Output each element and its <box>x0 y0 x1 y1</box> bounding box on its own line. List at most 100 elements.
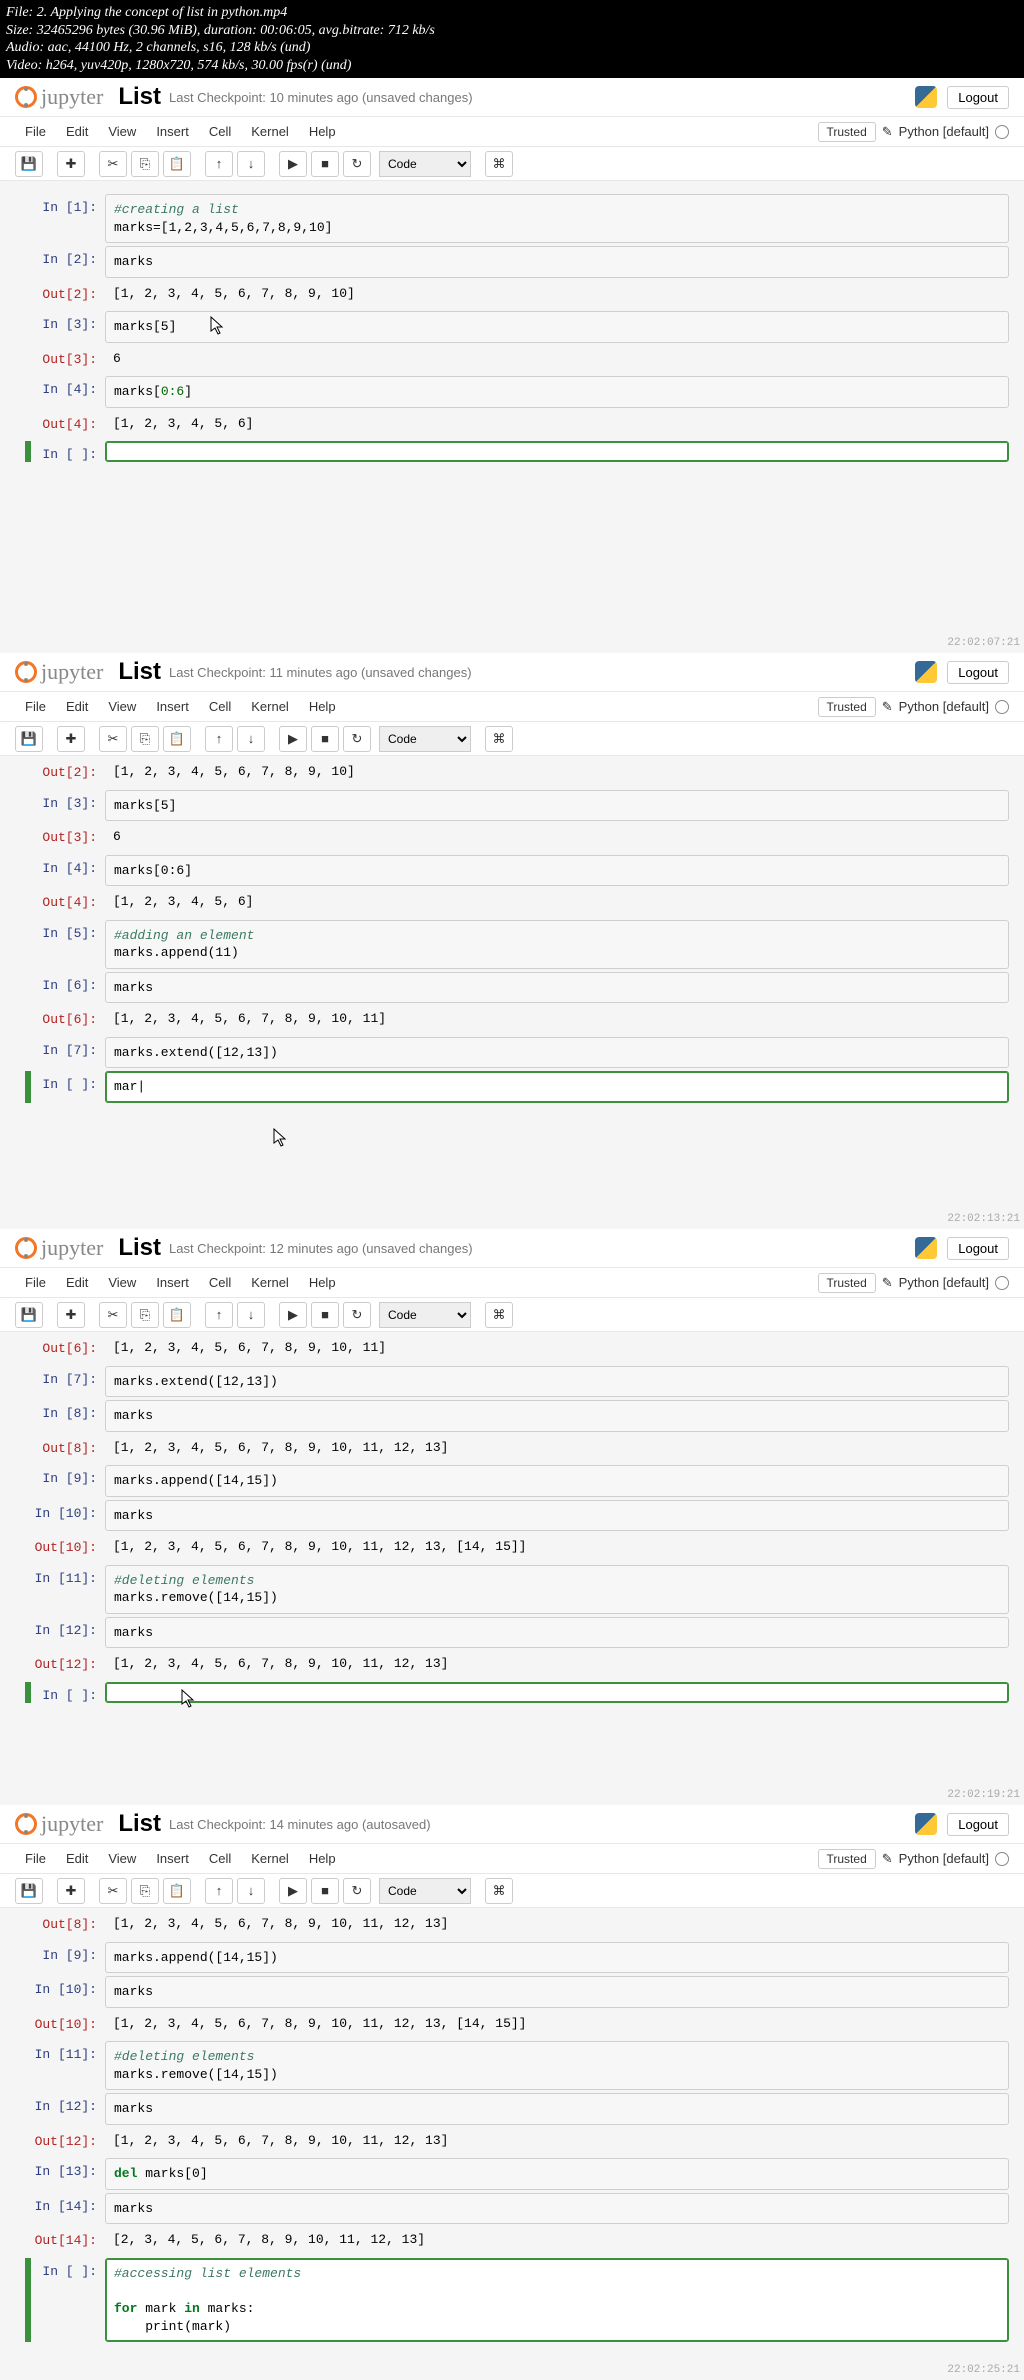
code-cell[interactable]: In [5]:#adding an element marks.append(1… <box>15 920 1009 969</box>
logout-button[interactable]: Logout <box>947 1813 1009 1836</box>
notebook-area[interactable]: In [1]:#creating a list marks=[1,2,3,4,5… <box>0 181 1024 505</box>
add-cell-button[interactable]: ✚ <box>57 1302 85 1328</box>
stop-button[interactable]: ■ <box>311 726 339 752</box>
notebook-area[interactable]: Out[6]:[1, 2, 3, 4, 5, 6, 7, 8, 9, 10, 1… <box>0 1335 1024 1746</box>
pencil-icon[interactable]: ✎ <box>882 699 893 715</box>
copy-button[interactable]: ⎘ <box>131 726 159 752</box>
add-cell-button[interactable]: ✚ <box>57 726 85 752</box>
logout-button[interactable]: Logout <box>947 1237 1009 1260</box>
pencil-icon[interactable]: ✎ <box>882 1275 893 1291</box>
save-button[interactable]: 💾 <box>15 151 43 177</box>
cell-type-select[interactable]: Code <box>379 151 471 177</box>
jupyter-logo[interactable]: jupyter <box>15 84 103 110</box>
stop-button[interactable]: ■ <box>311 151 339 177</box>
menu-help[interactable]: Help <box>299 1847 346 1870</box>
code-cell-active[interactable]: In [ ]: <box>15 441 1009 462</box>
restart-button[interactable]: ↻ <box>343 151 371 177</box>
cell-input[interactable] <box>105 1682 1009 1703</box>
menu-cell[interactable]: Cell <box>199 1271 241 1294</box>
cell-input[interactable]: marks.extend([12,13]) <box>105 1366 1009 1398</box>
jupyter-logo[interactable]: jupyter <box>15 659 103 685</box>
cell-input[interactable]: #deleting elements marks.remove([14,15]) <box>105 1565 1009 1614</box>
menu-insert[interactable]: Insert <box>146 120 199 143</box>
code-cell[interactable]: In [9]:marks.append([14,15]) <box>15 1942 1009 1974</box>
code-cell[interactable]: In [3]:marks[5] <box>15 311 1009 343</box>
menu-view[interactable]: View <box>98 1271 146 1294</box>
menu-cell[interactable]: Cell <box>199 120 241 143</box>
command-palette-button[interactable]: ⌘ <box>485 151 513 177</box>
command-palette-button[interactable]: ⌘ <box>485 1878 513 1904</box>
notebook-title[interactable]: List <box>118 1234 161 1262</box>
cell-input[interactable]: #deleting elements marks.remove([14,15]) <box>105 2041 1009 2090</box>
menu-view[interactable]: View <box>98 1847 146 1870</box>
save-button[interactable]: 💾 <box>15 1302 43 1328</box>
menu-file[interactable]: File <box>15 695 56 718</box>
menu-insert[interactable]: Insert <box>146 1847 199 1870</box>
menu-kernel[interactable]: Kernel <box>241 120 299 143</box>
code-cell[interactable]: In [1]:#creating a list marks=[1,2,3,4,5… <box>15 194 1009 243</box>
cell-input[interactable]: #creating a list marks=[1,2,3,4,5,6,7,8,… <box>105 194 1009 243</box>
cell-input[interactable]: marks <box>105 246 1009 278</box>
menu-view[interactable]: View <box>98 120 146 143</box>
code-cell[interactable]: In [7]:marks.extend([12,13]) <box>15 1037 1009 1069</box>
stop-button[interactable]: ■ <box>311 1878 339 1904</box>
add-cell-button[interactable]: ✚ <box>57 1878 85 1904</box>
notebook-title[interactable]: List <box>118 1810 161 1838</box>
logout-button[interactable]: Logout <box>947 86 1009 109</box>
jupyter-logo[interactable]: jupyter <box>15 1235 103 1261</box>
notebook-title[interactable]: List <box>118 658 161 686</box>
trusted-badge[interactable]: Trusted <box>818 1849 876 1869</box>
cut-button[interactable]: ✂ <box>99 151 127 177</box>
cell-input[interactable]: #adding an element marks.append(11) <box>105 920 1009 969</box>
menu-insert[interactable]: Insert <box>146 1271 199 1294</box>
kernel-name[interactable]: Python [default] <box>899 124 989 139</box>
code-cell-active[interactable]: In [ ]: <box>15 1682 1009 1703</box>
cell-type-select[interactable]: Code <box>379 1302 471 1328</box>
menu-kernel[interactable]: Kernel <box>241 695 299 718</box>
menu-insert[interactable]: Insert <box>146 695 199 718</box>
command-palette-button[interactable]: ⌘ <box>485 1302 513 1328</box>
cell-type-select[interactable]: Code <box>379 1878 471 1904</box>
menu-edit[interactable]: Edit <box>56 1271 98 1294</box>
paste-button[interactable]: 📋 <box>163 1878 191 1904</box>
restart-button[interactable]: ↻ <box>343 726 371 752</box>
paste-button[interactable]: 📋 <box>163 151 191 177</box>
cell-input[interactable]: marks <box>105 2193 1009 2225</box>
cell-input[interactable]: marks <box>105 1500 1009 1532</box>
cell-input[interactable]: marks[5] <box>105 790 1009 822</box>
pencil-icon[interactable]: ✎ <box>882 124 893 140</box>
kernel-name[interactable]: Python [default] <box>899 1851 989 1866</box>
menu-file[interactable]: File <box>15 1271 56 1294</box>
cell-input[interactable]: del marks[0] <box>105 2158 1009 2190</box>
cell-input[interactable]: marks.append([14,15]) <box>105 1465 1009 1497</box>
code-cell[interactable]: In [3]:marks[5] <box>15 790 1009 822</box>
cell-input[interactable]: marks[0:6] <box>105 855 1009 887</box>
menu-view[interactable]: View <box>98 695 146 718</box>
code-cell[interactable]: In [6]:marks <box>15 972 1009 1004</box>
cell-input[interactable]: marks <box>105 2093 1009 2125</box>
menu-edit[interactable]: Edit <box>56 120 98 143</box>
menu-help[interactable]: Help <box>299 695 346 718</box>
move-down-button[interactable]: ↓ <box>237 1302 265 1328</box>
save-button[interactable]: 💾 <box>15 726 43 752</box>
stop-button[interactable]: ■ <box>311 1302 339 1328</box>
cell-input[interactable]: marks[0:6] <box>105 376 1009 408</box>
menu-cell[interactable]: Cell <box>199 695 241 718</box>
code-cell[interactable]: In [10]:marks <box>15 1976 1009 2008</box>
move-up-button[interactable]: ↑ <box>205 1878 233 1904</box>
code-cell[interactable]: In [4]:marks[0:6] <box>15 376 1009 408</box>
code-cell[interactable]: In [4]:marks[0:6] <box>15 855 1009 887</box>
menu-kernel[interactable]: Kernel <box>241 1847 299 1870</box>
pencil-icon[interactable]: ✎ <box>882 1851 893 1867</box>
code-cell-active[interactable]: In [ ]:mar| <box>15 1071 1009 1103</box>
code-cell[interactable]: In [8]:marks <box>15 1400 1009 1432</box>
code-cell[interactable]: In [11]:#deleting elements marks.remove(… <box>15 2041 1009 2090</box>
cell-input[interactable]: marks <box>105 1400 1009 1432</box>
code-cell[interactable]: In [12]:marks <box>15 1617 1009 1649</box>
copy-button[interactable]: ⎘ <box>131 151 159 177</box>
cell-type-select[interactable]: Code <box>379 726 471 752</box>
code-cell[interactable]: In [9]:marks.append([14,15]) <box>15 1465 1009 1497</box>
run-button[interactable]: ▶ <box>279 1878 307 1904</box>
cell-input[interactable]: #accessing list elements for mark in mar… <box>105 2258 1009 2342</box>
move-up-button[interactable]: ↑ <box>205 726 233 752</box>
